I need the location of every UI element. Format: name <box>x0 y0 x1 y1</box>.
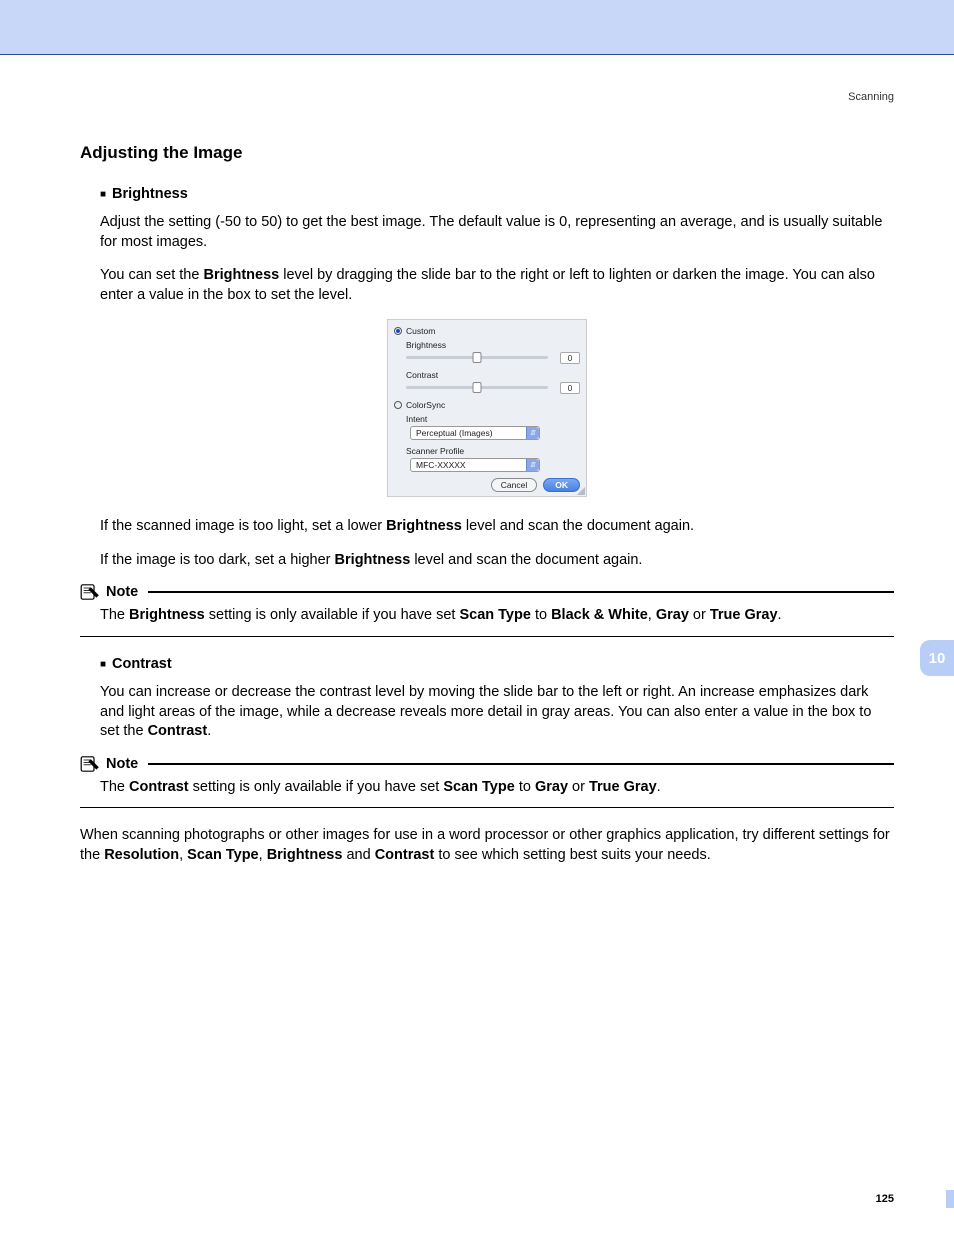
custom-label: Custom <box>406 326 435 336</box>
bullet-icon: ■ <box>100 189 106 200</box>
custom-radio[interactable] <box>394 327 402 335</box>
profile-dropdown[interactable]: MFC-XXXXX⇵ <box>410 458 540 472</box>
brightness-p1: Adjust the setting (-50 to 50) to get th… <box>100 213 894 252</box>
note-1: Note The Brightness setting is only avai… <box>80 584 894 637</box>
contrast-value-input[interactable]: 0 <box>560 382 580 394</box>
contrast-p1: You can increase or decrease the contras… <box>100 683 894 742</box>
intent-dropdown[interactable]: Perceptual (Images)⇵ <box>410 426 540 440</box>
settings-dialog: Custom Brightness 0 Contrast 0 ColorSync… <box>387 319 587 497</box>
colorsync-radio[interactable] <box>394 401 402 409</box>
brightness-p4: If the image is too dark, set a higher B… <box>100 551 894 571</box>
page-body: Scanning Adjusting the Image ■Brightness… <box>0 55 954 909</box>
colorsync-label: ColorSync <box>406 400 445 410</box>
contrast-slider[interactable] <box>406 383 548 393</box>
resize-corner-icon <box>577 487 585 495</box>
brightness-p3: If the scanned image is too light, set a… <box>100 517 894 537</box>
page-number: 125 <box>876 1193 894 1205</box>
custom-radio-row[interactable]: Custom <box>394 326 580 336</box>
note-label: Note <box>106 584 138 600</box>
contrast-slider-label: Contrast <box>406 370 580 380</box>
dialog-figure: Custom Brightness 0 Contrast 0 ColorSync… <box>80 319 894 497</box>
profile-label: Scanner Profile <box>406 446 580 456</box>
section-label: Scanning <box>80 91 894 103</box>
colorsync-radio-row[interactable]: ColorSync <box>394 400 580 410</box>
intent-label: Intent <box>406 414 580 424</box>
cancel-button[interactable]: Cancel <box>491 478 537 492</box>
chevron-down-icon: ⇵ <box>526 427 539 439</box>
note-2: Note The Contrast setting is only availa… <box>80 756 894 809</box>
note-label: Note <box>106 756 138 772</box>
note-2-body: The Contrast setting is only available i… <box>100 778 894 804</box>
contrast-heading: ■Contrast <box>100 655 894 673</box>
brightness-p2: You can set the Brightness level by drag… <box>100 266 894 305</box>
ok-button[interactable]: OK <box>543 478 580 492</box>
brightness-heading: ■Brightness <box>100 185 894 203</box>
page-number-marker <box>946 1190 954 1208</box>
bullet-icon: ■ <box>100 659 106 670</box>
closing-paragraph: When scanning photographs or other image… <box>80 826 894 865</box>
brightness-slider-label: Brightness <box>406 340 580 350</box>
header-band <box>0 0 954 55</box>
brightness-value-input[interactable]: 0 <box>560 352 580 364</box>
brightness-slider[interactable] <box>406 353 548 363</box>
chapter-tab: 10 <box>920 640 954 676</box>
note-icon <box>80 584 100 600</box>
chevron-down-icon: ⇵ <box>526 459 539 471</box>
page-title: Adjusting the Image <box>80 143 894 163</box>
note-icon <box>80 756 100 772</box>
note-1-body: The Brightness setting is only available… <box>100 606 894 632</box>
